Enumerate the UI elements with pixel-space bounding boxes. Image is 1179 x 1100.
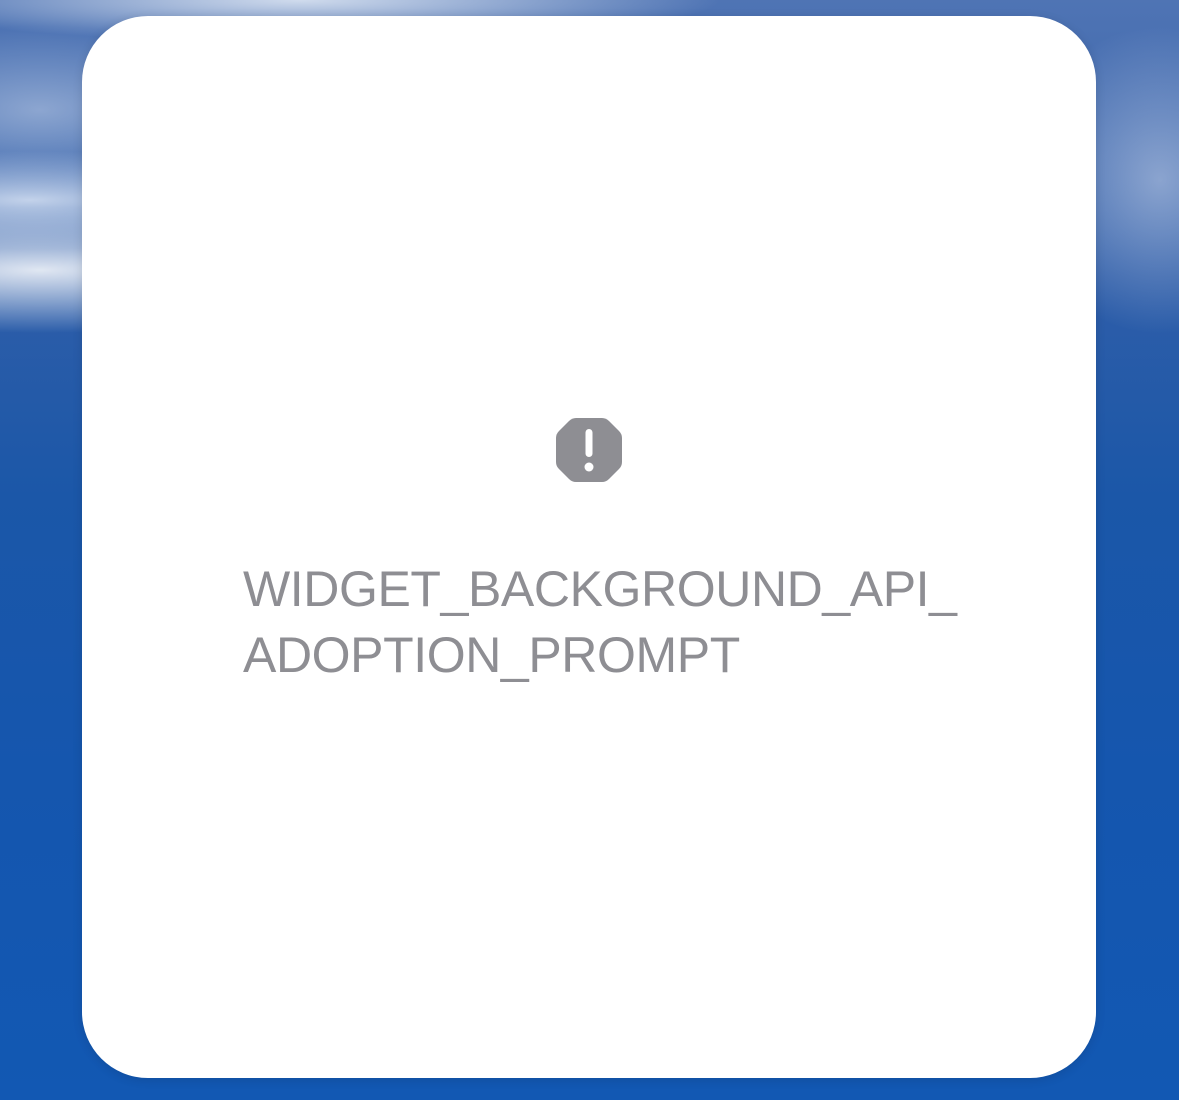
- exclamationmark-octagon-icon: [554, 416, 624, 484]
- error-message-line-1: WIDGET_BACKGROUND_API_: [243, 561, 957, 617]
- error-message-line-2: ADOPTION_PROMPT: [243, 627, 740, 683]
- widget-card[interactable]: [82, 16, 1096, 1078]
- widget-error-message: WIDGET_BACKGROUND_API_ ADOPTION_PROMPT: [243, 556, 963, 688]
